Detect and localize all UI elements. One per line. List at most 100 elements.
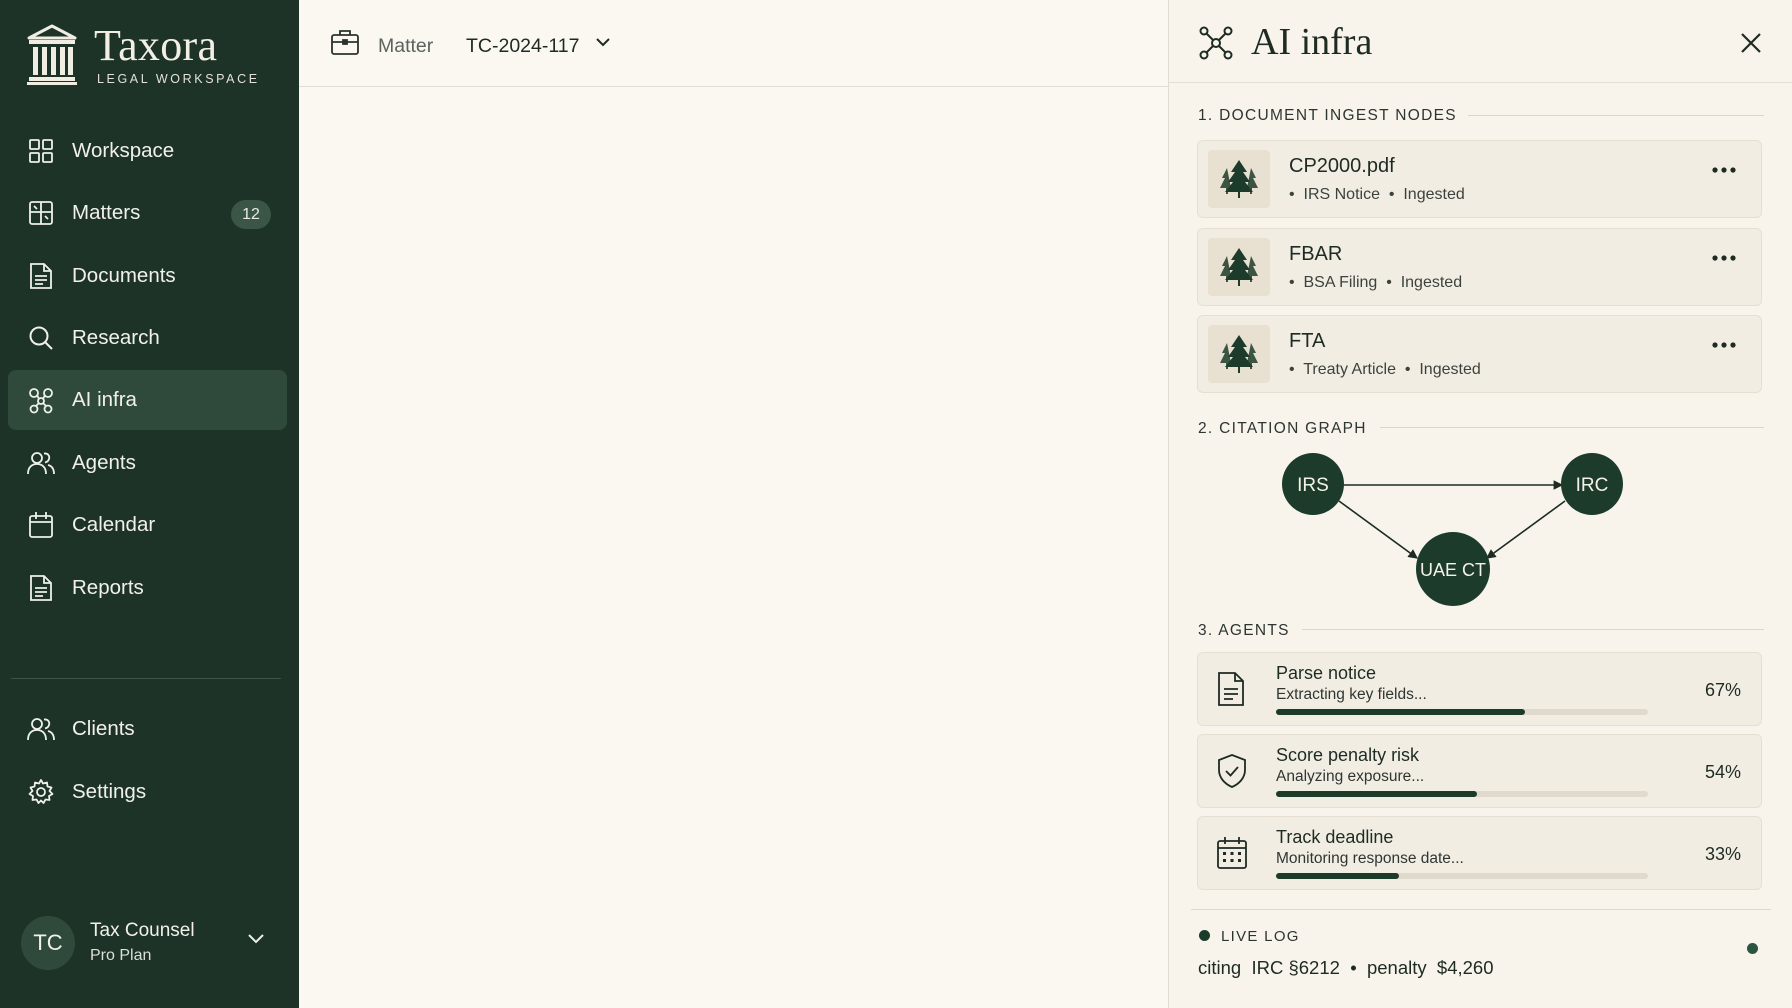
sidebar-item-workspace[interactable]: Workspace	[8, 121, 287, 181]
close-icon[interactable]	[1740, 32, 1762, 54]
tree-icon	[1208, 238, 1270, 296]
network-icon	[27, 386, 55, 414]
live-status-dot	[1199, 930, 1210, 941]
graph-node-label: IRS	[1297, 475, 1329, 496]
sidebar-item-label: Clients	[72, 717, 135, 740]
sidebar-item-label: Settings	[72, 780, 147, 803]
section-title-graph: 2. CITATION GRAPH	[1198, 420, 1367, 437]
doc-node-card[interactable]: CP2000.pdf • IRS Notice • Ingested	[1197, 140, 1762, 218]
sidebar-item-agents[interactable]: Agents	[8, 433, 287, 493]
network-icon	[1199, 26, 1233, 60]
chevron-down-icon[interactable]	[247, 932, 265, 944]
agent-status: Extracting key fields...	[1276, 686, 1427, 703]
briefcase-icon	[331, 30, 359, 55]
sidebar-item-label: Research	[72, 326, 160, 349]
ai-infra-panel: AI infra 1. DOCUMENT INGEST NODES CP2000…	[1168, 0, 1792, 1008]
progress-track	[1276, 709, 1648, 715]
doc-node-card[interactable]: FBAR • BSA Filing • Ingested	[1197, 228, 1762, 306]
live-log-entry: citing IRC §6212 • penalty $4,260	[1198, 957, 1494, 978]
section-title-agents: 3. AGENTS	[1198, 622, 1290, 639]
avatar: TC	[21, 916, 75, 970]
sidebar-item-clients[interactable]: Clients	[8, 699, 287, 759]
sidebar-item-label: Agents	[72, 451, 136, 474]
progress-track	[1276, 873, 1648, 879]
doc-node-card[interactable]: FTA • Treaty Article • Ingested	[1197, 315, 1762, 393]
calendar-icon	[1217, 837, 1247, 869]
matter-label: Matter	[378, 35, 434, 57]
document-icon	[1218, 672, 1244, 706]
doc-meta: • Treaty Article • Ingested	[1289, 361, 1481, 378]
agent-name: Score penalty risk	[1276, 745, 1420, 765]
brand-name: Taxora	[94, 21, 218, 70]
doc-name: CP2000.pdf	[1289, 155, 1395, 177]
sidebar-item-label: Documents	[72, 264, 176, 287]
more-options-icon[interactable]	[1712, 255, 1736, 261]
doc-meta: • BSA Filing • Ingested	[1289, 274, 1463, 291]
agent-card[interactable]: Track deadline Monitoring response date.…	[1197, 816, 1762, 890]
sidebar-item-matters[interactable]: Matters 12	[8, 183, 287, 243]
book-icon	[27, 199, 55, 227]
citation-graph: IRS IRC UAE CT	[1282, 453, 1623, 606]
brand-subtitle: LEGAL WORKSPACE	[97, 72, 260, 86]
agent-card[interactable]: Parse notice Extracting key fields... 67…	[1197, 652, 1762, 726]
gear-icon	[27, 778, 55, 806]
sidebar-divider	[11, 678, 281, 679]
tree-icon	[1208, 325, 1270, 383]
document-icon	[27, 262, 55, 290]
panel-title: AI infra	[1251, 21, 1373, 63]
chevron-down-icon[interactable]	[595, 36, 611, 48]
sidebar-item-ai-infra[interactable]: AI infra	[8, 370, 287, 430]
section-rule	[1468, 115, 1764, 116]
graph-edge	[1338, 500, 1418, 559]
progress-percent: 54%	[1704, 762, 1741, 782]
users-icon	[27, 449, 55, 477]
progress-percent: 33%	[1704, 844, 1741, 864]
doc-name: FTA	[1289, 330, 1326, 352]
sidebar-item-label: AI infra	[72, 388, 137, 411]
matter-selector[interactable]: TC-2024-117	[466, 35, 579, 58]
sidebar-item-documents[interactable]: Documents	[8, 246, 287, 306]
count-badge: 12	[231, 200, 271, 229]
live-log-title: LIVE LOG	[1221, 928, 1300, 945]
sidebar-item-label: Reports	[72, 576, 144, 599]
sidebar-item-label: Calendar	[72, 513, 156, 536]
pillar-icon	[27, 24, 77, 85]
progress-percent: 67%	[1704, 680, 1741, 700]
shield-check-icon	[1218, 754, 1246, 788]
report-icon	[27, 574, 55, 602]
graph-node-label: UAE CT	[1420, 560, 1486, 580]
more-options-icon[interactable]	[1712, 167, 1736, 173]
sidebar-item-research[interactable]: Research	[8, 308, 287, 368]
agent-status: Analyzing exposure...	[1276, 768, 1425, 785]
progress-fill	[1276, 709, 1526, 715]
sidebar: Taxora LEGAL WORKSPACE Workspace Matters…	[0, 0, 299, 1008]
sidebar-item-reports[interactable]: Reports	[8, 558, 287, 618]
brand-logo[interactable]: Taxora LEGAL WORKSPACE	[26, 21, 257, 86]
sidebar-item-calendar[interactable]: Calendar	[8, 495, 287, 555]
activity-indicator	[1747, 943, 1758, 954]
agent-card[interactable]: Score penalty risk Analyzing exposure...…	[1197, 734, 1762, 808]
section-rule	[1302, 629, 1764, 630]
more-options-icon[interactable]	[1712, 342, 1736, 348]
search-icon	[27, 324, 55, 352]
user-name: Tax Counsel	[90, 920, 195, 941]
user-menu[interactable]: TC Tax Counsel Pro Plan	[21, 916, 283, 972]
sidebar-item-label: Workspace	[72, 139, 175, 162]
doc-meta: • IRS Notice • Ingested	[1289, 186, 1465, 203]
section-rule	[1380, 427, 1764, 428]
panel-divider	[1169, 82, 1792, 83]
graph-edge	[1486, 500, 1566, 559]
graph-node-label: IRC	[1576, 475, 1609, 496]
progress-fill	[1276, 873, 1399, 879]
log-divider	[1191, 909, 1771, 910]
tree-icon	[1208, 150, 1270, 208]
calendar-icon	[27, 511, 55, 539]
user-plan: Pro Plan	[90, 947, 152, 964]
agent-name: Parse notice	[1276, 663, 1377, 683]
sidebar-item-settings[interactable]: Settings	[8, 762, 287, 822]
section-title-ingest: 1. DOCUMENT INGEST NODES	[1198, 107, 1457, 124]
progress-track	[1276, 791, 1648, 797]
doc-name: FBAR	[1289, 243, 1343, 265]
top-bar: Matter TC-2024-117	[299, 0, 1168, 87]
grid-icon	[27, 137, 55, 165]
